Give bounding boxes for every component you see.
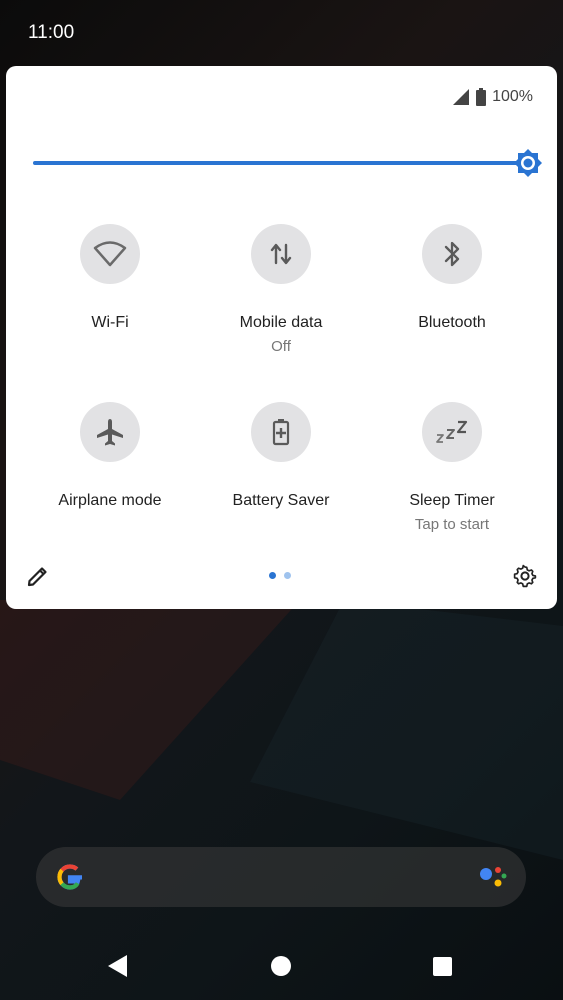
tile-sleep-timer[interactable]: Sleep Timer Tap to start: [372, 402, 532, 533]
brightness-thumb-icon[interactable]: [513, 148, 543, 178]
tile-battery-saver-button[interactable]: [251, 402, 311, 462]
tile-mobile-data-button[interactable]: [251, 224, 311, 284]
tile-label: Wi-Fi: [91, 314, 129, 331]
tile-sublabel: Tap to start: [414, 516, 490, 533]
bluetooth-icon: [444, 241, 460, 267]
page-dot-active: [269, 572, 276, 579]
tile-sleep-timer-button[interactable]: [422, 402, 482, 462]
wifi-icon: [93, 241, 127, 267]
tile-sublabel: Off: [271, 338, 291, 355]
google-logo-icon: [57, 864, 82, 890]
signal-icon: [453, 89, 470, 105]
page-indicator: [269, 572, 291, 579]
sleep-icon: [436, 420, 468, 443]
tile-airplane-button[interactable]: [80, 402, 140, 462]
tile-bluetooth-button[interactable]: [422, 224, 482, 284]
google-search-bar[interactable]: [36, 847, 526, 907]
home-button[interactable]: [271, 956, 291, 976]
tile-mobile-data[interactable]: Mobile data Off: [201, 224, 361, 355]
brightness-track: [33, 161, 528, 165]
brightness-slider[interactable]: [33, 149, 542, 180]
recents-button[interactable]: [433, 957, 452, 976]
tile-bluetooth[interactable]: Bluetooth: [372, 224, 532, 332]
tile-label: Bluetooth: [418, 314, 486, 331]
tile-label: Sleep Timer: [409, 492, 495, 509]
edit-pencil-icon[interactable]: [26, 564, 50, 588]
tile-wifi[interactable]: Wi-Fi: [30, 224, 190, 332]
tile-battery-saver[interactable]: Battery Saver: [201, 402, 361, 510]
battery-icon: [476, 88, 487, 106]
assistant-icon[interactable]: [476, 861, 510, 895]
navigation-bar: [0, 932, 563, 1000]
panel-status-bar: 100%: [452, 88, 533, 106]
tile-label: Mobile data: [239, 314, 323, 331]
page-dot-inactive: [284, 572, 291, 579]
gear-icon[interactable]: [513, 564, 537, 588]
tile-wifi-button[interactable]: [80, 224, 140, 284]
tile-label: Airplane mode: [58, 492, 162, 509]
battery-saver-icon: [272, 419, 290, 446]
back-icon[interactable]: [106, 954, 130, 978]
mobile-data-icon: [270, 243, 292, 265]
tile-airplane-mode[interactable]: Airplane mode: [30, 402, 190, 510]
battery-percent: 100%: [492, 88, 533, 105]
airplane-icon: [97, 419, 123, 446]
tile-label: Battery Saver: [232, 492, 330, 509]
quick-settings-panel: 100% Wi-Fi Mobile data Off Bluetooth Air…: [6, 66, 557, 609]
status-time: 11:00: [28, 22, 75, 43]
